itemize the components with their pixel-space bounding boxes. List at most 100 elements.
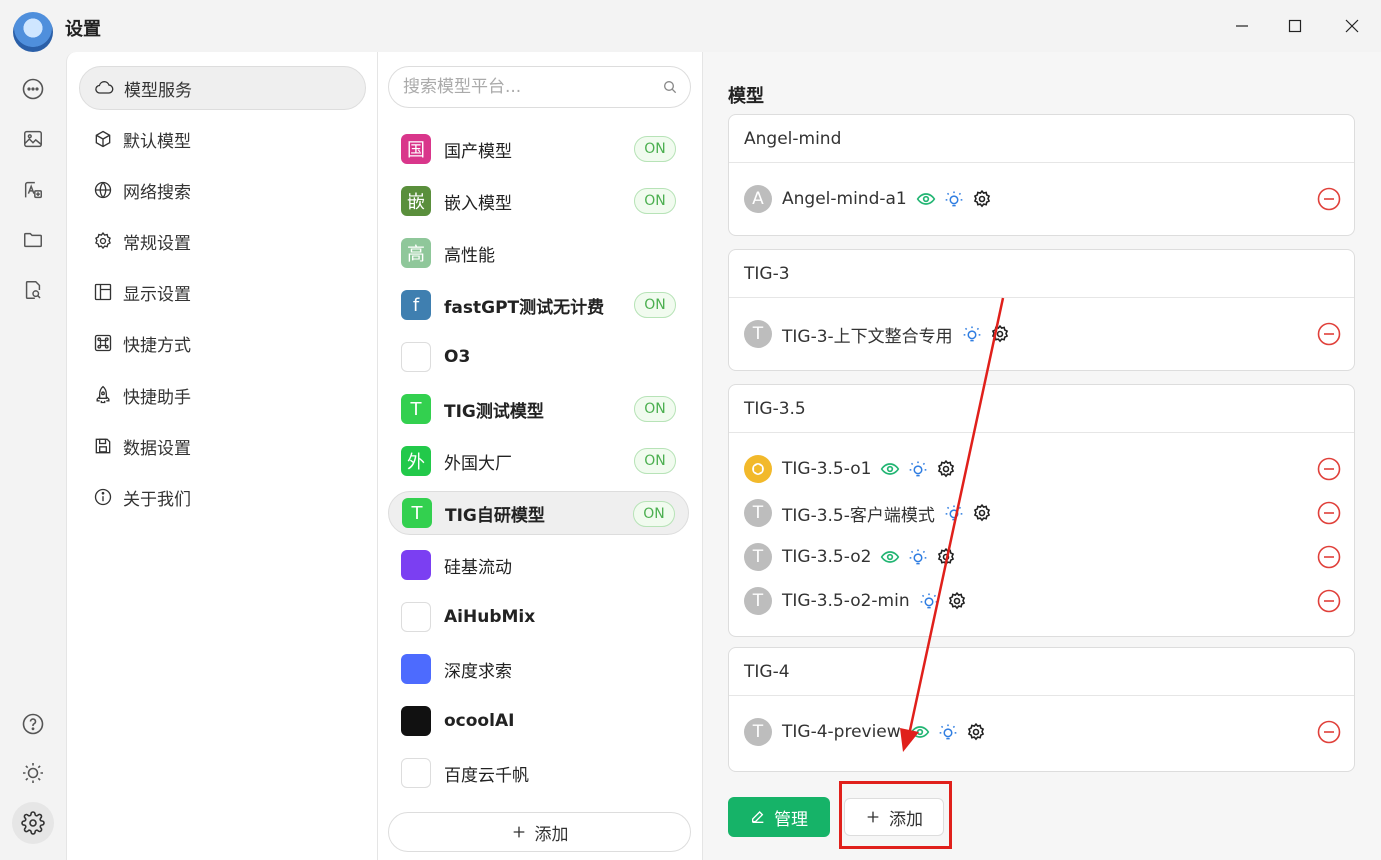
close-button[interactable] bbox=[1323, 0, 1381, 52]
nav-item-model-service[interactable]: 模型服务 bbox=[79, 66, 366, 110]
manage-button[interactable]: 管理 bbox=[728, 797, 830, 837]
nav-item-label: 数据设置 bbox=[123, 438, 191, 459]
nav-item-label: 常规设置 bbox=[123, 233, 191, 254]
nav-item-quick-assistant[interactable]: 快捷助手 bbox=[79, 373, 366, 417]
model-settings-icon[interactable] bbox=[946, 590, 968, 612]
icon-rail bbox=[0, 52, 66, 860]
provider-logo: 高 bbox=[401, 238, 431, 268]
remove-model-icon[interactable] bbox=[1317, 457, 1341, 481]
provider-item[interactable]: 国国产模型 ON bbox=[388, 127, 689, 171]
provider-item[interactable]: 深度求索 bbox=[388, 647, 689, 691]
model-settings-icon[interactable] bbox=[971, 188, 993, 210]
model-avatar: T bbox=[744, 543, 772, 571]
provider-item[interactable]: 嵌嵌入模型 ON bbox=[388, 179, 689, 223]
provider-item[interactable]: 外外国大厂 ON bbox=[388, 439, 689, 483]
provider-logo: 国 bbox=[401, 134, 431, 164]
remove-model-icon[interactable] bbox=[1317, 322, 1341, 346]
model-name: TIG-3.5-o1 bbox=[782, 459, 872, 479]
status-badge: ON bbox=[634, 292, 676, 318]
maximize-button[interactable] bbox=[1266, 0, 1324, 52]
provider-item[interactable]: ocoolAI bbox=[388, 699, 689, 743]
provider-logo bbox=[401, 758, 431, 788]
nav-item-default-model[interactable]: 默认模型 bbox=[79, 117, 366, 161]
provider-name: ocoolAI bbox=[444, 711, 515, 731]
remove-model-icon[interactable] bbox=[1317, 501, 1341, 525]
model-name: TIG-3.5-o2 bbox=[782, 547, 872, 567]
chat-icon[interactable] bbox=[17, 73, 49, 105]
provider-name: 深度求索 bbox=[444, 661, 512, 682]
provider-name: 高性能 bbox=[444, 245, 495, 266]
globe-icon bbox=[94, 181, 112, 199]
manage-label: 管理 bbox=[774, 809, 808, 830]
nav-item-about[interactable]: 关于我们 bbox=[79, 475, 366, 519]
provider-name: 国产模型 bbox=[444, 141, 512, 162]
sun-icon[interactable] bbox=[17, 757, 49, 789]
remove-model-icon[interactable] bbox=[1317, 720, 1341, 744]
nav-item-shortcuts[interactable]: 快捷方式 bbox=[79, 321, 366, 365]
model-name: Angel-mind-a1 bbox=[782, 189, 907, 209]
provider-name: 百度云千帆 bbox=[444, 765, 529, 786]
provider-name: 硅基流动 bbox=[444, 557, 512, 578]
provider-item[interactable]: T TIG自研模型 ON bbox=[388, 491, 689, 535]
nav-item-web-search[interactable]: 网络搜索 bbox=[79, 168, 366, 212]
model-settings-icon[interactable] bbox=[935, 546, 957, 568]
save-icon bbox=[95, 438, 111, 454]
model-settings-icon[interactable] bbox=[935, 458, 957, 480]
provider-item[interactable]: f fastGPT测试无计费 ON bbox=[388, 283, 689, 327]
close-icon bbox=[1345, 19, 1359, 33]
vision-eye-icon bbox=[879, 458, 901, 480]
status-badge: ON bbox=[633, 501, 675, 527]
folder-icon[interactable] bbox=[17, 224, 49, 256]
group-title: Angel-mind bbox=[729, 115, 1354, 163]
provider-item[interactable]: 百度云千帆 bbox=[388, 751, 689, 795]
edit-icon bbox=[752, 811, 764, 823]
model-settings-icon[interactable] bbox=[965, 721, 987, 743]
reasoning-bulb-icon bbox=[907, 458, 929, 480]
model-avatar: T bbox=[744, 718, 772, 746]
nav-item-display[interactable]: 显示设置 bbox=[79, 270, 366, 314]
remove-model-icon[interactable] bbox=[1317, 545, 1341, 569]
model-row: T TIG-3.5-o2 bbox=[744, 542, 1341, 572]
file-search-icon[interactable] bbox=[17, 274, 49, 306]
model-avatar: T bbox=[744, 499, 772, 527]
search-icon bbox=[664, 81, 677, 94]
search-input[interactable] bbox=[403, 77, 662, 97]
model-settings-icon[interactable] bbox=[989, 323, 1011, 345]
remove-model-icon[interactable] bbox=[1317, 187, 1341, 211]
model-name: TIG-3.5-o2-min bbox=[782, 591, 910, 611]
nav-item-data[interactable]: 数据设置 bbox=[79, 424, 366, 468]
translate-icon[interactable] bbox=[17, 174, 49, 206]
add-provider-label: 添加 bbox=[534, 824, 569, 845]
minimize-button[interactable] bbox=[1213, 0, 1271, 52]
provider-item[interactable]: T TIG测试模型 ON bbox=[388, 387, 689, 431]
model-settings-icon[interactable] bbox=[971, 502, 993, 524]
provider-search[interactable] bbox=[388, 66, 691, 108]
model-group: TIG-3.5 TIG-3.5-o1 T TIG-3.5-客户端模式 T TIG-3.5-… bbox=[728, 384, 1355, 637]
provider-item[interactable]: AiHubMix bbox=[388, 595, 689, 639]
provider-name: TIG测试模型 bbox=[444, 401, 544, 422]
nav-item-general[interactable]: 常规设置 bbox=[79, 219, 366, 263]
provider-logo: 嵌 bbox=[401, 186, 431, 216]
provider-list-panel: 国国产模型 ON 嵌嵌入模型 ON 高高性能 f fastGPT测试无计费 ON O3 T TIG测… bbox=[378, 52, 703, 860]
cloud-icon bbox=[95, 81, 114, 94]
remove-model-icon[interactable] bbox=[1317, 589, 1341, 613]
openai-logo-icon bbox=[744, 455, 772, 483]
reasoning-bulb-icon bbox=[918, 590, 940, 612]
add-provider-button[interactable]: 添加 bbox=[388, 812, 691, 852]
reasoning-bulb-icon bbox=[943, 188, 965, 210]
status-badge: ON bbox=[634, 188, 676, 214]
nav-item-label: 模型服务 bbox=[124, 80, 192, 101]
model-group: Angel-mind A Angel-mind-a1 bbox=[728, 114, 1355, 236]
provider-logo bbox=[401, 602, 431, 632]
settings-icon[interactable] bbox=[12, 802, 54, 844]
provider-item[interactable]: 高高性能 bbox=[388, 231, 689, 275]
help-icon[interactable] bbox=[17, 708, 49, 740]
image-icon[interactable] bbox=[17, 123, 49, 155]
title-bar: 设置 bbox=[0, 0, 1381, 52]
vision-eye-icon bbox=[909, 721, 931, 743]
provider-item[interactable]: 硅基流动 bbox=[388, 543, 689, 587]
group-title: TIG-4 bbox=[729, 648, 1354, 696]
vision-eye-icon bbox=[879, 546, 901, 568]
provider-item[interactable]: O3 bbox=[388, 335, 689, 379]
model-avatar: T bbox=[744, 320, 772, 348]
